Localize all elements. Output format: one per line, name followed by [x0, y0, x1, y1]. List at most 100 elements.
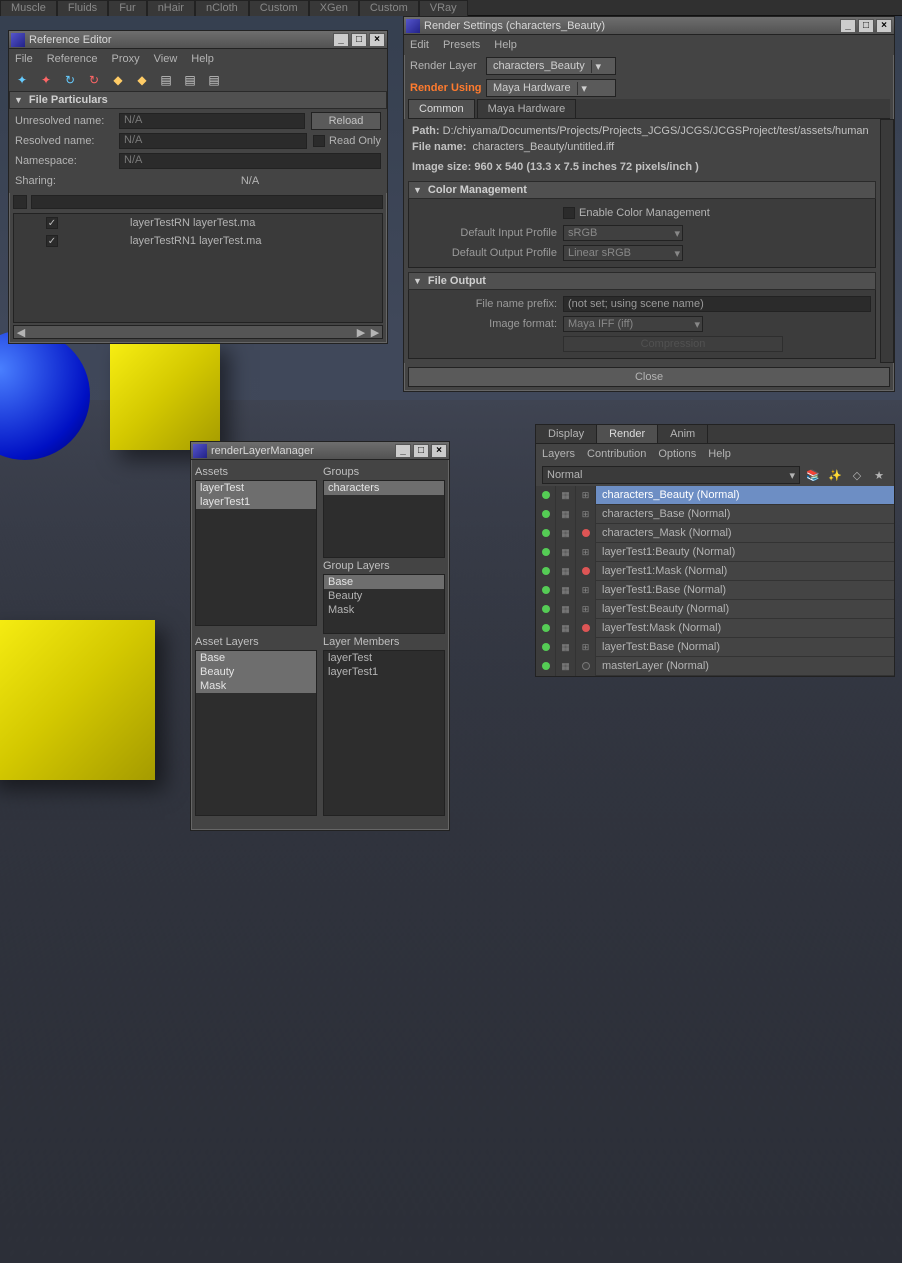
shelf-tab[interactable]: VRay — [419, 0, 468, 16]
scroll-left-icon[interactable]: ◀ — [14, 326, 28, 338]
layer-type-icon[interactable] — [576, 524, 596, 543]
list-item[interactable]: Beauty — [324, 589, 444, 603]
reference-item[interactable]: layerTestRN1 layerTest.ma — [14, 232, 382, 250]
export-ref-icon[interactable]: ◆ — [133, 71, 151, 89]
menu-view[interactable]: View — [154, 53, 178, 65]
shelf-tab[interactable]: nHair — [147, 0, 195, 16]
filter-input[interactable] — [31, 195, 383, 209]
renderable-toggle[interactable] — [536, 638, 556, 657]
layer-visibility-icon[interactable]: ▦ — [556, 486, 576, 505]
renderable-toggle[interactable] — [536, 543, 556, 562]
shelf-tab[interactable]: Custom — [359, 0, 419, 16]
assets-list[interactable]: layerTest layerTest1 — [195, 480, 317, 626]
layer-visibility-icon[interactable]: ▦ — [556, 543, 576, 562]
new-layer-wand-icon[interactable]: ✨ — [826, 466, 844, 484]
render-layer-item[interactable]: ▦⊞characters_Beauty (Normal) — [536, 486, 894, 505]
layer-type-icon[interactable] — [576, 657, 596, 676]
default-input-combo[interactable]: sRGB▾ — [563, 225, 683, 241]
reload-ref-icon[interactable]: ↻ — [61, 71, 79, 89]
ref-checkbox[interactable] — [46, 217, 58, 229]
render-layer-item[interactable]: ▦⊞layerTest:Beauty (Normal) — [536, 600, 894, 619]
menu-proxy[interactable]: Proxy — [112, 53, 140, 65]
layer-mode-combo[interactable]: Normal ▾ — [542, 466, 800, 484]
list-item[interactable]: layerTest1 — [324, 665, 444, 679]
layer-type-icon[interactable]: ⊞ — [576, 638, 596, 657]
close-button[interactable]: Close — [408, 367, 890, 387]
form-icon[interactable]: ▤ — [205, 71, 223, 89]
menu-presets[interactable]: Presets — [443, 39, 480, 51]
render-layer-item[interactable]: ▦⊞layerTest1:Beauty (Normal) — [536, 543, 894, 562]
list-item[interactable]: layerTest1 — [196, 495, 316, 509]
asset-layers-list[interactable]: Base Beauty Mask — [195, 650, 317, 816]
titlebar[interactable]: renderLayerManager _ □ × — [191, 442, 449, 460]
layer-visibility-icon[interactable]: ▦ — [556, 524, 576, 543]
render-layer-item[interactable]: ▦⊞layerTest:Base (Normal) — [536, 638, 894, 657]
unresolved-input[interactable]: N/A — [119, 113, 305, 129]
form-icon[interactable]: ▤ — [157, 71, 175, 89]
layer-type-icon[interactable]: ⊞ — [576, 543, 596, 562]
minimize-button[interactable]: _ — [333, 33, 349, 47]
layer-visibility-icon[interactable]: ▦ — [556, 505, 576, 524]
minimize-button[interactable]: _ — [840, 19, 856, 33]
shelf-tab[interactable]: Fluids — [57, 0, 108, 16]
create-ref-icon[interactable]: ✦ — [13, 71, 31, 89]
menu-help[interactable]: Help — [191, 53, 214, 65]
minimize-button[interactable]: _ — [395, 444, 411, 458]
render-layer-item[interactable]: ▦layerTest1:Mask (Normal) — [536, 562, 894, 581]
titlebar[interactable]: Render Settings (characters_Beauty) _ □ … — [404, 17, 894, 35]
menu-help[interactable]: Help — [708, 448, 731, 460]
layer-visibility-icon[interactable]: ▦ — [556, 619, 576, 638]
maximize-button[interactable]: □ — [858, 19, 874, 33]
unload-ref-icon[interactable]: ↻ — [85, 71, 103, 89]
import-ref-icon[interactable]: ◆ — [109, 71, 127, 89]
list-item[interactable]: characters — [324, 481, 444, 495]
layer-type-icon[interactable] — [576, 619, 596, 638]
new-layer-star-icon[interactable]: ★ — [870, 466, 888, 484]
menu-options[interactable]: Options — [658, 448, 696, 460]
h-scrollbar[interactable]: ◀ ▶ ▶ — [13, 325, 383, 339]
render-layer-item[interactable]: ▦⊞characters_Base (Normal) — [536, 505, 894, 524]
layer-type-icon[interactable] — [576, 562, 596, 581]
maximize-button[interactable]: □ — [351, 33, 367, 47]
color-management-header[interactable]: ▼ Color Management — [408, 181, 876, 199]
tab-anim[interactable]: Anim — [658, 425, 708, 443]
render-layer-item[interactable]: ▦characters_Mask (Normal) — [536, 524, 894, 543]
list-item[interactable]: layerTest — [196, 481, 316, 495]
list-item[interactable]: Base — [196, 651, 316, 665]
close-button[interactable]: × — [369, 33, 385, 47]
resolved-input[interactable]: N/A — [119, 133, 307, 149]
layer-type-icon[interactable]: ⊞ — [576, 600, 596, 619]
layer-type-icon[interactable]: ⊞ — [576, 505, 596, 524]
renderable-toggle[interactable] — [536, 486, 556, 505]
file-particulars-header[interactable]: ▼ File Particulars — [9, 91, 387, 109]
maximize-button[interactable]: □ — [413, 444, 429, 458]
menu-layers[interactable]: Layers — [542, 448, 575, 460]
list-item[interactable]: Mask — [324, 603, 444, 617]
remove-ref-icon[interactable]: ✦ — [37, 71, 55, 89]
namespace-input[interactable]: N/A — [119, 153, 381, 169]
render-layer-item[interactable]: ▦⊞layerTest1:Base (Normal) — [536, 581, 894, 600]
layer-type-icon[interactable]: ⊞ — [576, 486, 596, 505]
group-layers-list[interactable]: Base Beauty Mask — [323, 574, 445, 634]
menu-contribution[interactable]: Contribution — [587, 448, 646, 460]
menu-reference[interactable]: Reference — [47, 53, 98, 65]
reference-item[interactable]: layerTestRN layerTest.ma — [14, 214, 382, 232]
image-format-combo[interactable]: Maya IFF (iff)▾ — [563, 316, 703, 332]
renderable-toggle[interactable] — [536, 562, 556, 581]
scroll-right-icon[interactable]: ▶ — [368, 326, 382, 338]
renderable-toggle[interactable] — [536, 524, 556, 543]
close-button[interactable]: × — [876, 19, 892, 33]
compression-button[interactable]: Compression — [563, 336, 783, 352]
form-icon[interactable]: ▤ — [181, 71, 199, 89]
render-layer-item[interactable]: ▦layerTest:Mask (Normal) — [536, 619, 894, 638]
render-using-combo[interactable]: Maya Hardware▾ — [486, 79, 616, 97]
menu-file[interactable]: File — [15, 53, 33, 65]
tab-render[interactable]: Render — [597, 425, 658, 443]
layer-visibility-icon[interactable]: ▦ — [556, 638, 576, 657]
reload-button[interactable]: Reload — [311, 112, 381, 130]
renderable-toggle[interactable] — [536, 600, 556, 619]
layer-members-list[interactable]: layerTest layerTest1 — [323, 650, 445, 816]
tab-display[interactable]: Display — [536, 425, 597, 443]
layer-visibility-icon[interactable]: ▦ — [556, 562, 576, 581]
layer-type-icon[interactable]: ⊞ — [576, 581, 596, 600]
